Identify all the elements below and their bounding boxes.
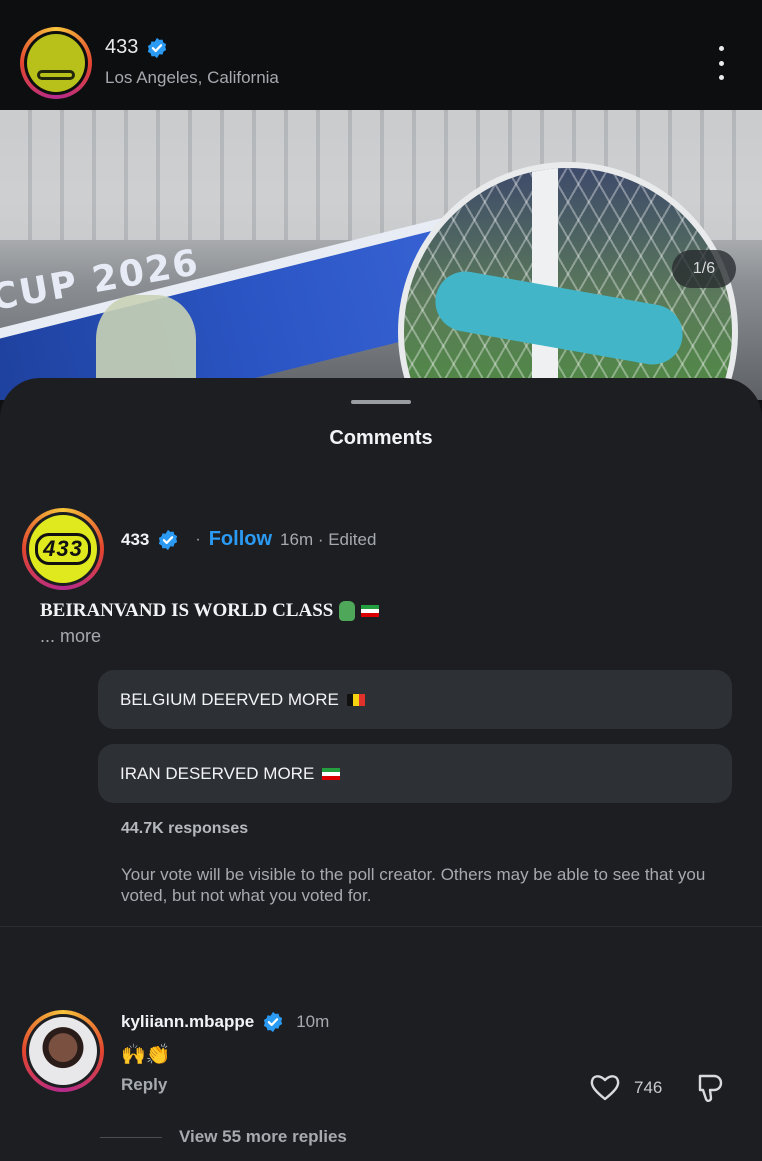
comments-title: Comments	[329, 427, 433, 449]
commenter-avatar[interactable]	[22, 1010, 104, 1092]
poll-option-label: IRAN DESERVED MORE	[120, 763, 315, 783]
account-username[interactable]: 433	[105, 36, 138, 59]
iran-flag-icon	[361, 605, 380, 617]
caption-author-username[interactable]: 433	[121, 530, 149, 550]
heart-icon[interactable]	[589, 1072, 621, 1102]
poll-responses-count: 44.7K responses	[121, 820, 249, 837]
verified-badge-icon	[159, 529, 178, 550]
poll-option-iran[interactable]: IRAN DESERVED MORE	[98, 744, 732, 803]
caption-text-row: BEIRANVAND IS WORLD CLASS	[40, 600, 380, 622]
verified-badge-icon	[148, 37, 167, 58]
dislike-icon[interactable]	[694, 1072, 724, 1104]
caption-meta: 16m · Edited	[280, 529, 377, 549]
poll-option-label: BELGIUM DEERVED MORE	[120, 689, 339, 709]
separator-dot: ·	[195, 530, 201, 548]
sheet-drag-handle[interactable]	[351, 400, 411, 404]
caption-author-avatar[interactable]: 433	[22, 508, 104, 590]
433-logo-icon: 433	[29, 515, 97, 583]
account-name-row: 433	[105, 36, 168, 59]
poll-option-belgium[interactable]: BELGIUM DEERVED MORE	[98, 670, 732, 729]
section-divider	[0, 926, 762, 927]
post-media-image[interactable]: CUP 2026 1/6	[0, 110, 762, 400]
comment-text: 🙌👏	[121, 1044, 171, 1066]
comment-time: 10m	[296, 1012, 330, 1031]
more-vertical-icon[interactable]	[714, 46, 728, 80]
433-logo-icon	[27, 34, 85, 92]
verified-badge-icon	[264, 1011, 283, 1033]
iran-flag-icon	[322, 767, 341, 780]
media-counter: 1/6	[672, 250, 736, 288]
account-avatar[interactable]	[20, 27, 92, 99]
caption-header: 433 · Follow 16m · Edited	[121, 528, 376, 551]
like-count: 746	[634, 1078, 663, 1097]
comment-header: kyliiann.mbappe 10m	[121, 1011, 329, 1033]
comments-sheet: Comments 433 433 · Follow 16m · Edited B…	[0, 378, 762, 1161]
post-header: 433 Los Angeles, California	[0, 0, 762, 110]
view-more-replies-button[interactable]: View 55 more replies	[179, 1127, 347, 1147]
caption-text: BEIRANVAND IS WORLD CLASS	[40, 600, 334, 621]
glove-emoji-icon	[339, 601, 356, 621]
post-location[interactable]: Los Angeles, California	[105, 68, 279, 88]
replies-indent-line	[100, 1137, 162, 1138]
poll-privacy-notice: Your vote will be visible to the poll cr…	[121, 865, 706, 905]
reply-button[interactable]: Reply	[121, 1075, 167, 1095]
profile-photo	[29, 1017, 97, 1085]
belgium-flag-icon	[346, 693, 365, 706]
commenter-username[interactable]: kyliiann.mbappe	[121, 1012, 254, 1032]
follow-button[interactable]: Follow	[209, 528, 272, 551]
caption-more-link[interactable]: ... more	[40, 626, 101, 647]
